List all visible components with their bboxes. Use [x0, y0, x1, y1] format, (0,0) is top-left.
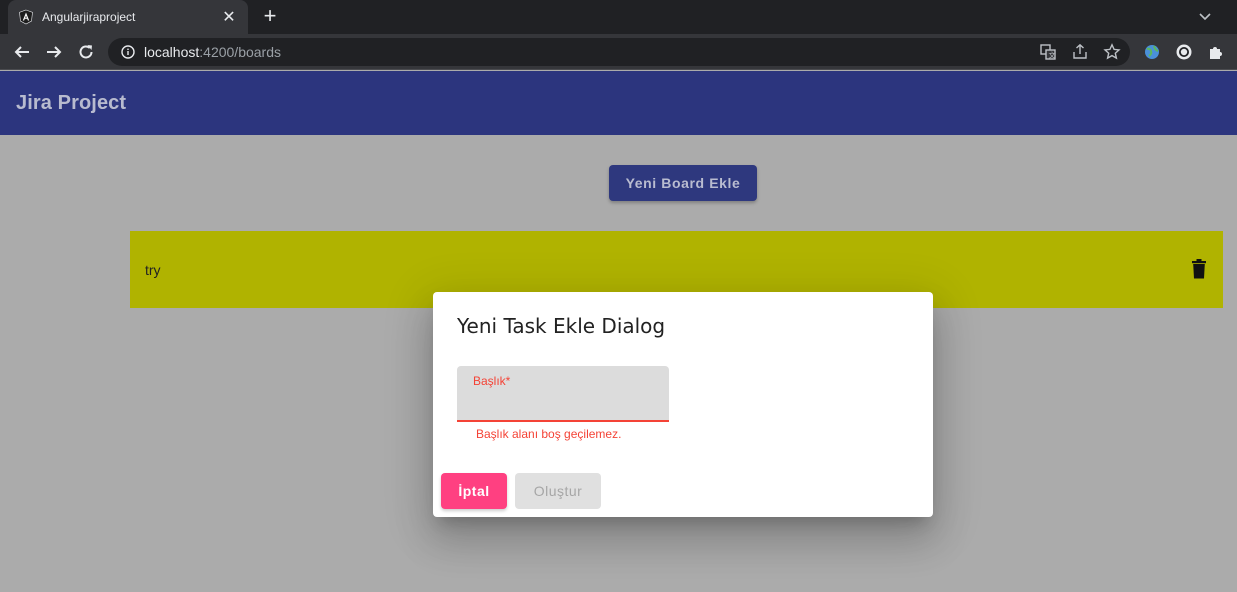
address-bar[interactable]: localhost:4200/boards 文 — [108, 38, 1130, 66]
extensions-puzzle-icon[interactable] — [1204, 40, 1228, 64]
angular-logo-icon — [18, 9, 34, 25]
app-header: Jira Project — [0, 71, 1237, 135]
browser-tab[interactable]: Angularjiraproject ✕ — [8, 0, 248, 34]
share-icon[interactable] — [1070, 42, 1090, 62]
dialog-title: Yeni Task Ekle Dialog — [457, 314, 666, 338]
title-form-field[interactable]: Başlık* — [457, 366, 669, 422]
site-info-icon[interactable] — [120, 44, 136, 60]
cancel-button[interactable]: İptal — [441, 473, 507, 509]
new-tab-icon[interactable]: + — [258, 5, 282, 29]
profile-extension-icon[interactable] — [1172, 40, 1196, 64]
back-arrow-icon[interactable] — [10, 40, 34, 64]
browser-tabstrip: Angularjiraproject ✕ + — [0, 0, 1237, 34]
new-task-dialog: Yeni Task Ekle Dialog Başlık* Başlık ala… — [433, 292, 933, 517]
trash-icon[interactable] — [1191, 259, 1207, 279]
url-path: :4200/boards — [199, 44, 281, 60]
title-field-label: Başlık* — [473, 374, 511, 388]
board-name: try — [145, 261, 161, 278]
app-title: Jira Project — [16, 91, 127, 114]
reload-icon[interactable] — [74, 40, 98, 64]
tab-search-chevron-icon[interactable] — [1195, 6, 1215, 26]
url-host: localhost — [144, 44, 200, 60]
browser-toolbar: localhost:4200/boards 文 — [0, 34, 1237, 70]
tab-close-icon[interactable]: ✕ — [220, 7, 238, 27]
svg-text:文: 文 — [1049, 51, 1056, 60]
forward-arrow-icon[interactable] — [42, 40, 66, 64]
tab-title: Angularjiraproject — [42, 10, 136, 24]
globe-extension-icon[interactable] — [1140, 40, 1164, 64]
create-button[interactable]: Oluştur — [515, 473, 601, 509]
translate-icon[interactable]: 文 — [1038, 42, 1058, 62]
bookmark-star-icon[interactable] — [1102, 42, 1122, 62]
add-board-button[interactable]: Yeni Board Ekle — [609, 165, 757, 201]
title-input[interactable] — [473, 392, 653, 412]
title-error-message: Başlık alanı boş geçilemez. — [476, 427, 622, 441]
